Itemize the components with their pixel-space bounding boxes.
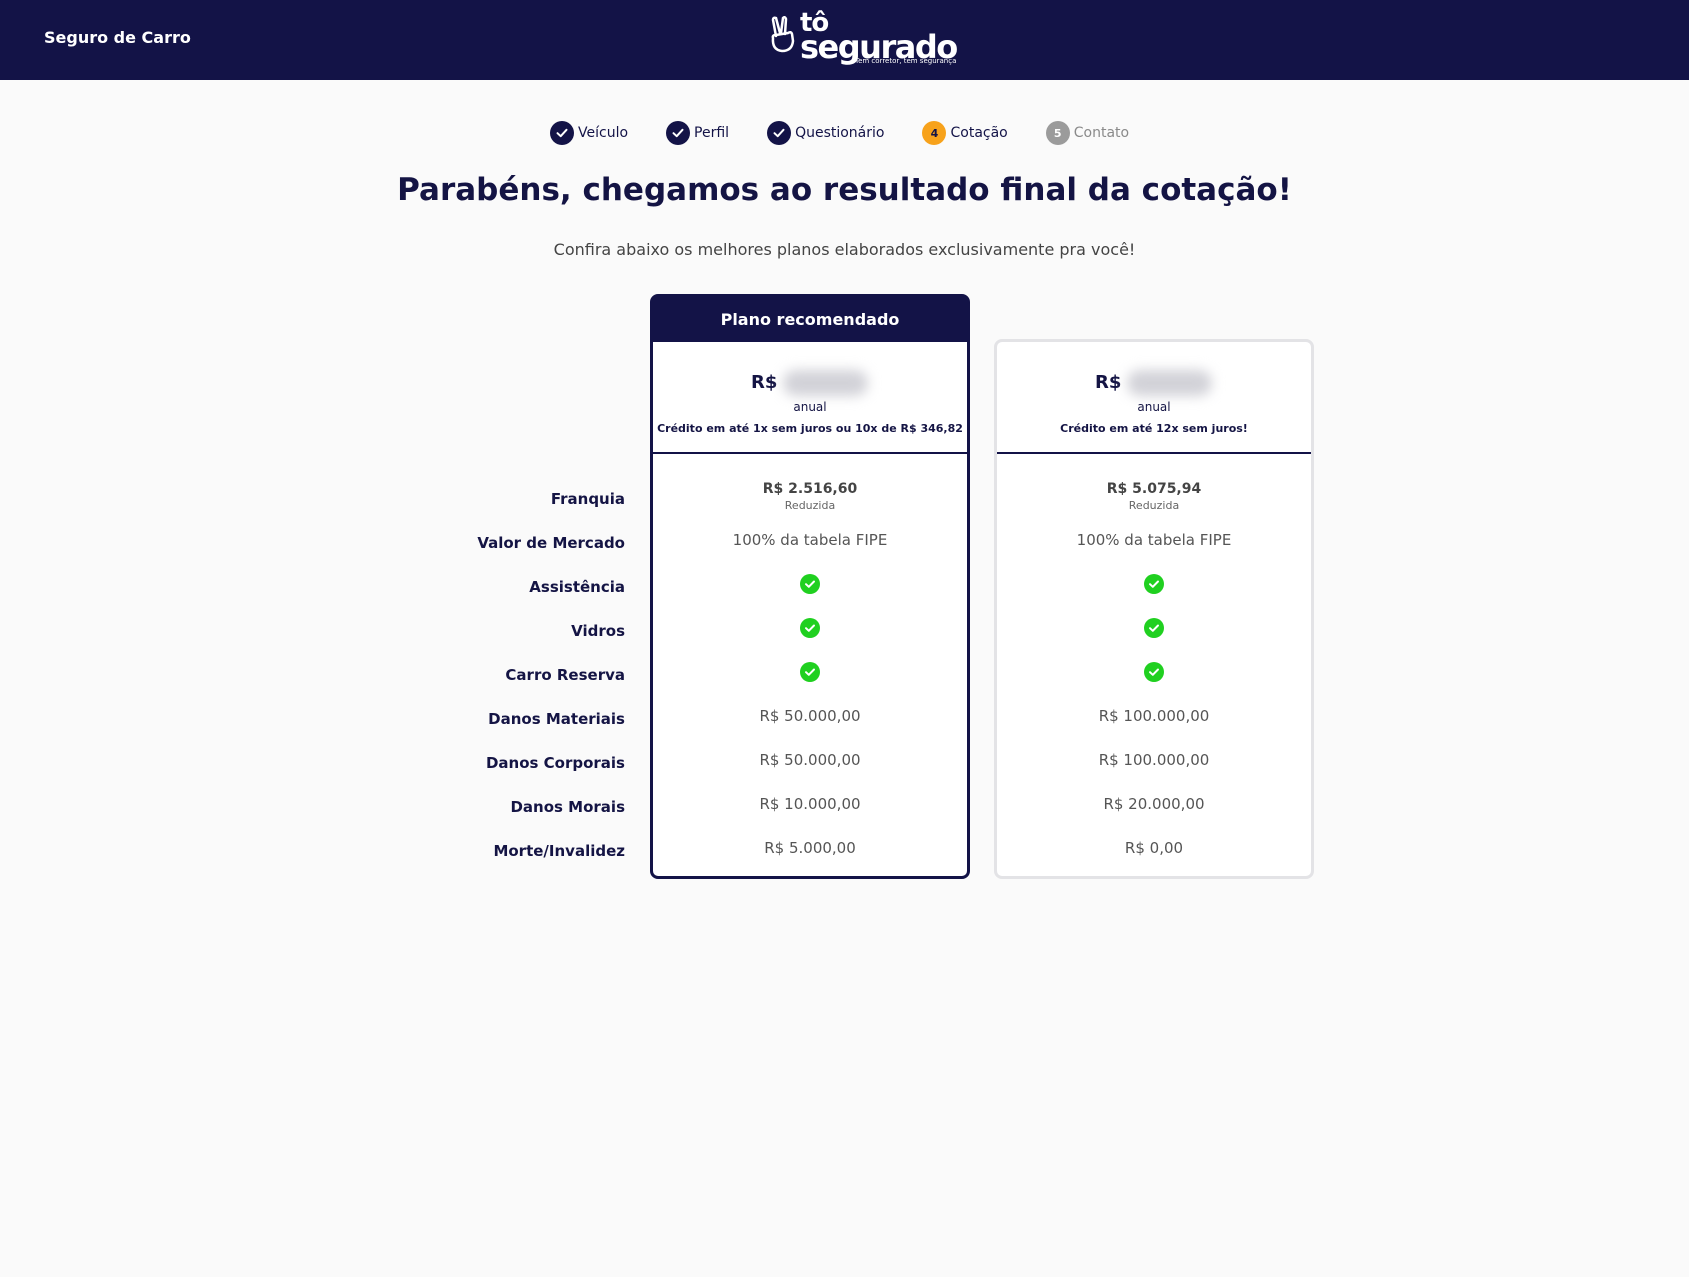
price-block: R$ anual Crédito em até 1x sem juros ou … xyxy=(653,342,967,454)
coverage-values: R$ 5.075,94 Reduzida 100% da tabela FIPE… xyxy=(997,454,1311,870)
carro-reserva-cell xyxy=(653,650,967,694)
logo-tagline: Tem corretor, tem segurança xyxy=(855,57,957,65)
check-circle-icon xyxy=(800,662,820,682)
brand-logo[interactable]: tô segurado Tem corretor, tem segurança xyxy=(770,8,958,70)
check-icon xyxy=(767,121,792,145)
carro-reserva-cell xyxy=(997,650,1311,694)
step-label: Veículo xyxy=(578,125,629,141)
danos-materiais-cell: R$ 100.000,00 xyxy=(1098,707,1210,725)
row-label-carro-reserva: Carro Reserva xyxy=(505,666,625,684)
row-label-morte-invalidez: Morte/Invalidez xyxy=(493,842,625,860)
top-bar: Seguro de Carro tô segurado Tem corretor… xyxy=(0,0,1689,80)
step-label: Questionário xyxy=(795,125,885,141)
payment-terms: Crédito em até 1x sem juros ou 10x de R$… xyxy=(657,422,963,435)
row-label-danos-materiais: Danos Materiais xyxy=(488,710,625,728)
assistencia-cell xyxy=(653,562,967,606)
check-circle-icon xyxy=(1144,662,1164,682)
valor-mercado-cell: 100% da tabela FIPE xyxy=(1076,531,1232,549)
morte-invalidez-cell: R$ 0,00 xyxy=(1124,839,1184,857)
check-icon xyxy=(666,121,691,145)
progress-steps: Veículo Perfil Questionário 4 Cotação 5 … xyxy=(550,120,1167,146)
check-circle-icon xyxy=(800,618,820,638)
franquia-value: R$ 5.075,94 xyxy=(1106,480,1202,497)
row-label-danos-corporais: Danos Corporais xyxy=(485,754,625,772)
row-label-franquia: Franquia xyxy=(550,490,625,508)
check-circle-icon xyxy=(1144,618,1164,638)
danos-corporais-cell: R$ 50.000,00 xyxy=(759,751,861,769)
price-block: R$ anual Crédito em até 12x sem juros! xyxy=(997,342,1311,454)
franquia-value: R$ 2.516,60 xyxy=(762,480,858,497)
page-label: Seguro de Carro xyxy=(44,28,191,47)
franquia-cell: R$ 2.516,60 Reduzida xyxy=(653,474,967,518)
recommended-badge: Plano recomendado xyxy=(653,297,967,342)
step-number: 4 xyxy=(922,121,947,145)
valor-mercado-cell: 100% da tabela FIPE xyxy=(732,531,888,549)
step-perfil[interactable]: Perfil xyxy=(666,121,729,145)
morte-invalidez-cell: R$ 5.000,00 xyxy=(764,839,856,857)
step-number: 5 xyxy=(1045,121,1070,145)
check-circle-icon xyxy=(800,574,820,594)
price-period: anual xyxy=(1137,400,1171,414)
price-value-blurred xyxy=(783,370,868,396)
assistencia-cell xyxy=(997,562,1311,606)
row-label-assistencia: Assistência xyxy=(529,578,625,596)
payment-terms: Crédito em até 12x sem juros! xyxy=(1060,422,1248,435)
currency-symbol: R$ xyxy=(1095,372,1122,393)
row-label-vidros: Vidros xyxy=(571,622,625,640)
franquia-cell: R$ 5.075,94 Reduzida xyxy=(997,474,1311,518)
franquia-type: Reduzida xyxy=(784,498,836,512)
row-label-danos-morais: Danos Morais xyxy=(510,798,625,816)
step-contato[interactable]: 5 Contato xyxy=(1045,121,1130,145)
price-period: anual xyxy=(793,400,827,414)
vidros-cell xyxy=(653,606,967,650)
check-icon xyxy=(550,121,574,145)
step-label: Contato xyxy=(1073,125,1130,141)
peace-hand-icon xyxy=(770,15,796,58)
danos-corporais-cell: R$ 100.000,00 xyxy=(1098,751,1210,769)
step-label: Cotação xyxy=(950,125,1008,141)
currency-symbol: R$ xyxy=(751,372,778,393)
page-subtitle: Confira abaixo os melhores planos elabor… xyxy=(553,240,1136,259)
vidros-cell xyxy=(997,606,1311,650)
step-cotacao[interactable]: 4 Cotação xyxy=(922,121,1008,145)
plan-card-recommended[interactable]: Plano recomendado R$ anual Crédito em at… xyxy=(650,294,970,879)
danos-morais-cell: R$ 10.000,00 xyxy=(759,795,861,813)
step-label: Perfil xyxy=(694,125,730,141)
danos-materiais-cell: R$ 50.000,00 xyxy=(759,707,861,725)
danos-morais-cell: R$ 20.000,00 xyxy=(1103,795,1205,813)
plan-card-alternative[interactable]: R$ anual Crédito em até 12x sem juros! R… xyxy=(994,339,1314,879)
coverage-labels: Franquia Valor de Mercado Assistência Vi… xyxy=(420,475,625,871)
coverage-values: R$ 2.516,60 Reduzida 100% da tabela FIPE… xyxy=(653,454,967,870)
price-value-blurred xyxy=(1127,370,1212,396)
franquia-type: Reduzida xyxy=(1128,498,1180,512)
check-circle-icon xyxy=(1144,574,1164,594)
row-label-valor-mercado: Valor de Mercado xyxy=(477,534,625,552)
step-questionario[interactable]: Questionário xyxy=(767,121,884,145)
step-veiculo[interactable]: Veículo xyxy=(550,121,628,145)
page-title: Parabéns, chegamos ao resultado final da… xyxy=(397,172,1292,208)
